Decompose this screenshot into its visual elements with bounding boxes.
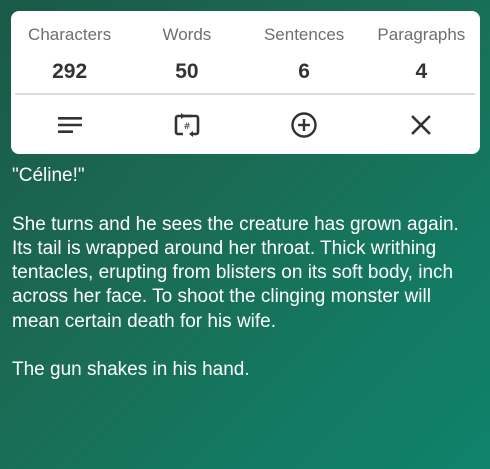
word-count-toggle-button[interactable]: # [128, 103, 245, 147]
toolbar: # [11, 103, 480, 147]
stats-card: Characters 292 Words 50 Sentences 6 Para… [11, 11, 480, 154]
stats-row: Characters 292 Words 50 Sentences 6 Para… [11, 11, 480, 95]
divider [15, 93, 475, 95]
close-icon [411, 115, 432, 135]
stat-value: 4 [415, 60, 428, 83]
svg-text:#: # [183, 122, 191, 132]
paragraph: The gun shakes in his hand. [12, 359, 250, 381]
text-content[interactable]: "Céline!" She turns and he sees the crea… [12, 164, 482, 383]
stat-label: Words [162, 25, 212, 44]
stat-sentences: Sentences 6 [246, 11, 363, 95]
stat-value: 6 [298, 60, 310, 83]
paragraph: She turns and he sees the creature has g… [12, 213, 459, 332]
align-button[interactable] [11, 103, 128, 147]
stat-paragraphs: Paragraphs 4 [363, 11, 480, 95]
stat-value: 50 [175, 60, 199, 83]
align-left-icon [57, 117, 82, 133]
paragraph: "Céline!" [12, 165, 85, 186]
stat-characters: Characters 292 [11, 11, 128, 95]
close-button[interactable] [363, 103, 480, 147]
stat-label: Paragraphs [377, 25, 466, 44]
stat-label: Characters [28, 25, 112, 44]
add-button[interactable] [246, 103, 363, 147]
word-count-toggle-icon: # [174, 113, 200, 137]
add-circle-icon [291, 112, 317, 138]
stat-value: 292 [52, 60, 88, 83]
stat-label: Sentences [263, 25, 345, 44]
stat-words: Words 50 [128, 11, 245, 95]
